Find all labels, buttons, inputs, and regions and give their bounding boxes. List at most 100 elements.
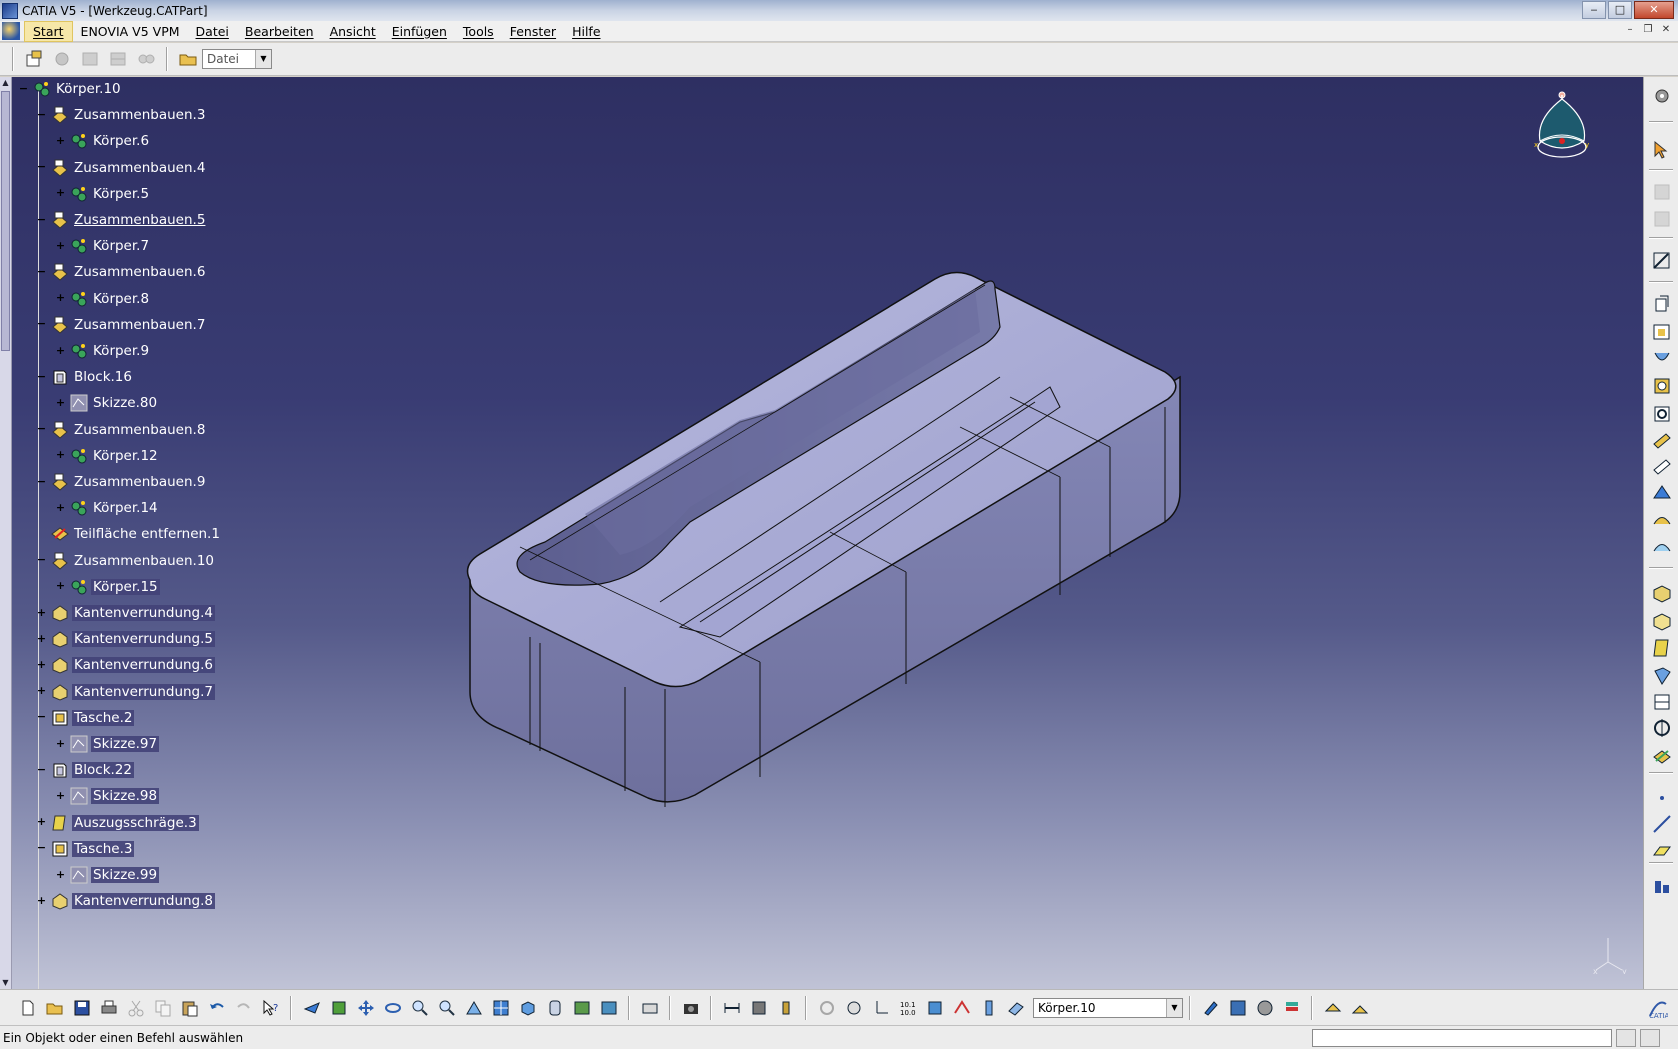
collapse-icon[interactable]: − bbox=[36, 423, 47, 435]
remove-face-tool-icon[interactable] bbox=[1651, 745, 1673, 767]
expand-icon[interactable]: + bbox=[36, 607, 47, 619]
menu-datei[interactable]: Datei bbox=[188, 22, 237, 41]
tree-node[interactable]: + Skizze.99 bbox=[55, 864, 160, 886]
window-minimize-button[interactable]: ‒ bbox=[1582, 1, 1606, 19]
menu-tools[interactable]: Tools bbox=[455, 22, 502, 41]
multi-view-icon[interactable] bbox=[490, 997, 512, 1019]
document-minimize-button[interactable]: – bbox=[1622, 24, 1638, 38]
tree-node[interactable]: − Zusammenbauen.9 bbox=[36, 471, 207, 493]
tree-node[interactable]: + Körper.6 bbox=[55, 130, 151, 152]
define-work-object-icon[interactable] bbox=[1005, 997, 1027, 1019]
instantiate-icon[interactable] bbox=[1322, 997, 1344, 1019]
tree-node[interactable]: − Zusammenbauen.5 bbox=[36, 209, 207, 231]
multi-section-tool-icon[interactable] bbox=[1651, 509, 1673, 531]
fit-all-in-icon[interactable] bbox=[328, 997, 350, 1019]
tree-node[interactable]: − Zusammenbauen.10 bbox=[36, 550, 216, 572]
plane-tool-icon[interactable] bbox=[1651, 840, 1673, 862]
tree-node[interactable]: − Block.16 bbox=[36, 366, 134, 388]
expand-icon[interactable]: + bbox=[36, 685, 47, 697]
knowledge-icon[interactable] bbox=[1254, 997, 1276, 1019]
groove-tool-icon[interactable] bbox=[1651, 403, 1673, 425]
tree-node[interactable]: + Auszugsschräge.3 bbox=[36, 812, 199, 834]
chevron-down-icon[interactable]: ▼ bbox=[1166, 998, 1182, 1017]
scan-icon[interactable] bbox=[978, 997, 1000, 1019]
collapse-icon[interactable]: − bbox=[36, 842, 47, 854]
expand-icon[interactable]: + bbox=[55, 135, 66, 147]
expand-icon[interactable]: + bbox=[36, 633, 47, 645]
document-restore-button[interactable]: ❐ bbox=[1640, 24, 1656, 38]
vpm-icon-3[interactable] bbox=[107, 48, 129, 70]
expand-icon[interactable]: + bbox=[36, 659, 47, 671]
tree-node[interactable]: + Kantenverrundung.6 bbox=[36, 654, 216, 676]
paste-icon[interactable] bbox=[179, 997, 201, 1019]
tree-node-root[interactable]: − Körper.10 bbox=[18, 78, 123, 100]
open-folder-icon[interactable] bbox=[177, 48, 199, 70]
line-tool-icon[interactable] bbox=[1651, 813, 1673, 835]
tree-node[interactable]: − Tasche.2 bbox=[36, 707, 135, 729]
measure-tool-icon[interactable] bbox=[1651, 875, 1673, 897]
update-icon[interactable] bbox=[816, 997, 838, 1019]
expand-icon[interactable]: + bbox=[55, 292, 66, 304]
tree-node[interactable]: + Körper.15 bbox=[55, 576, 160, 598]
collapse-icon[interactable]: − bbox=[36, 109, 47, 121]
disabled-tool-icon-2[interactable] bbox=[1651, 208, 1673, 230]
constraints-icon[interactable] bbox=[924, 997, 946, 1019]
collapse-icon[interactable]: − bbox=[36, 764, 47, 776]
window-close-button[interactable]: ✕ bbox=[1634, 1, 1674, 19]
3d-viewport[interactable]: ▲ ▼ − Körper.10 − Zusammenbauen.3 + Körp… bbox=[0, 77, 1643, 989]
tree-node[interactable]: − Zusammenbauen.3 bbox=[36, 104, 207, 126]
rib-tool-icon[interactable] bbox=[1651, 429, 1673, 451]
expand-icon[interactable]: + bbox=[55, 240, 66, 252]
new-file-icon[interactable] bbox=[17, 997, 39, 1019]
tree-node[interactable]: − Zusammenbauen.6 bbox=[36, 261, 207, 283]
tree-node[interactable]: + Kantenverrundung.8 bbox=[36, 890, 216, 912]
tree-node[interactable]: − Zusammenbauen.4 bbox=[36, 157, 207, 179]
shell-tool-icon[interactable] bbox=[1651, 665, 1673, 687]
tree-node[interactable]: + Körper.12 bbox=[55, 445, 160, 467]
expand-icon[interactable]: + bbox=[55, 502, 66, 514]
open-icon[interactable] bbox=[44, 997, 66, 1019]
menu-einfuegen[interactable]: Einfügen bbox=[384, 22, 455, 41]
point-tool-icon[interactable] bbox=[1651, 787, 1673, 809]
thread-tool-icon[interactable] bbox=[1651, 717, 1673, 739]
tree-node[interactable]: − Zusammenbauen.7 bbox=[36, 314, 207, 336]
swap-visible-space-icon[interactable] bbox=[598, 997, 620, 1019]
tree-node[interactable]: − Zusammenbauen.8 bbox=[36, 419, 207, 441]
zoom-in-icon[interactable] bbox=[409, 997, 431, 1019]
sketcher-icon[interactable] bbox=[1651, 250, 1673, 272]
tree-node[interactable]: + Kantenverrundung.5 bbox=[36, 628, 216, 650]
collapse-icon[interactable]: − bbox=[36, 554, 47, 566]
expand-icon[interactable]: + bbox=[55, 738, 66, 750]
power-input-button-1[interactable] bbox=[1616, 1029, 1636, 1047]
expand-icon[interactable]: + bbox=[36, 895, 47, 907]
document-close-button[interactable]: ✕ bbox=[1658, 24, 1674, 38]
file-combo[interactable]: Datei ▼ bbox=[202, 49, 272, 69]
expand-icon[interactable]: + bbox=[55, 187, 66, 199]
shaft-tool-icon[interactable] bbox=[1651, 349, 1673, 371]
tree-node[interactable]: + Skizze.98 bbox=[55, 785, 160, 807]
menu-start[interactable]: Start bbox=[24, 20, 73, 42]
whats-this-help-icon[interactable]: ? bbox=[260, 997, 282, 1019]
collapse-icon[interactable]: − bbox=[36, 161, 47, 173]
power-input-button-2[interactable] bbox=[1640, 1029, 1660, 1047]
units-icon[interactable]: 10.1 10.0 bbox=[897, 997, 919, 1019]
normal-view-icon[interactable] bbox=[463, 997, 485, 1019]
thickness-tool-icon[interactable] bbox=[1651, 691, 1673, 713]
expand-icon[interactable]: + bbox=[55, 397, 66, 409]
powercopy-icon[interactable] bbox=[1349, 997, 1371, 1019]
vpm-icon-1[interactable] bbox=[51, 48, 73, 70]
measure-icon[interactable] bbox=[639, 997, 661, 1019]
collapse-icon[interactable]: − bbox=[36, 371, 47, 383]
pad-tool-icon[interactable] bbox=[1651, 293, 1673, 315]
rotate-icon[interactable] bbox=[382, 997, 404, 1019]
capture-camera-icon[interactable] bbox=[680, 997, 702, 1019]
expand-icon[interactable]: + bbox=[36, 816, 47, 828]
settings-gear-icon[interactable] bbox=[1651, 85, 1673, 107]
undo-icon[interactable] bbox=[206, 997, 228, 1019]
hide-show-icon[interactable] bbox=[571, 997, 593, 1019]
tree-node[interactable]: + Kantenverrundung.7 bbox=[36, 681, 216, 703]
pocket-tool-icon[interactable] bbox=[1651, 321, 1673, 343]
menu-bearbeiten[interactable]: Bearbeiten bbox=[237, 22, 322, 41]
vpm-icon-2[interactable] bbox=[79, 48, 101, 70]
iso-view-icon[interactable] bbox=[517, 997, 539, 1019]
